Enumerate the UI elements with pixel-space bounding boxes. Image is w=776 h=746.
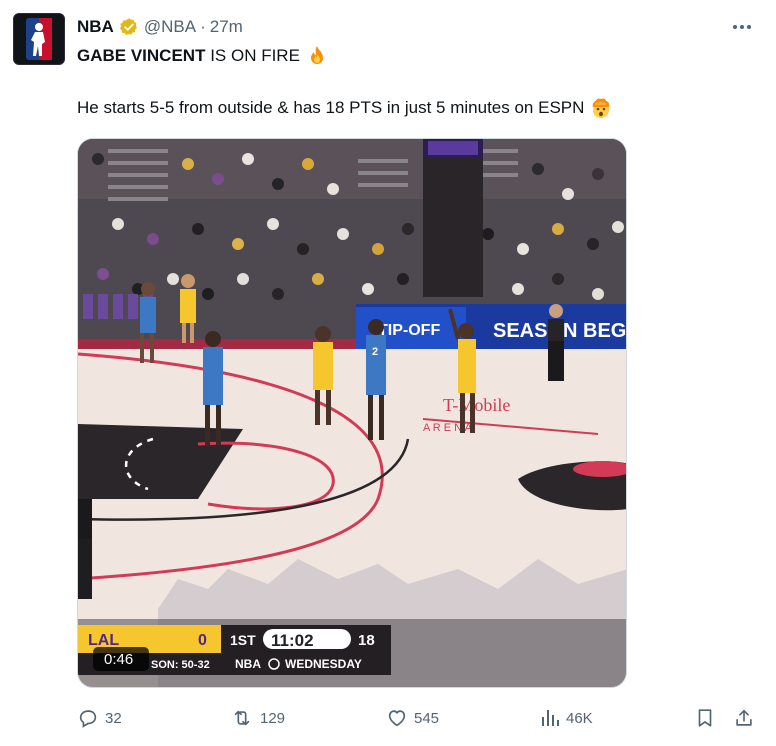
fire-emoji bbox=[306, 45, 328, 67]
repost-icon bbox=[234, 710, 250, 726]
repost-count: 129 bbox=[260, 709, 286, 727]
like-button[interactable]: 545 bbox=[386, 705, 439, 731]
tweet-body: He starts 5-5 from outside & has 18 PTS … bbox=[77, 96, 612, 120]
scoreboard-team: LAL bbox=[88, 632, 119, 649]
video-player[interactable]: TIP-OFF SEASON BEGINS T-Mobile A R E N A bbox=[77, 138, 627, 688]
views-count: 46K bbox=[566, 709, 593, 727]
share-button[interactable] bbox=[733, 705, 755, 731]
reply-button[interactable]: 32 bbox=[77, 705, 122, 731]
heart-icon bbox=[388, 710, 406, 727]
scoreboard-network: NBA bbox=[235, 657, 261, 671]
scoreboard-quarter: 1ST bbox=[230, 632, 256, 648]
tweet-header: NBA @NBA · 27m bbox=[77, 16, 756, 38]
video-timer: 0:46 bbox=[104, 651, 133, 668]
author-handle[interactable]: @NBA bbox=[144, 17, 196, 37]
board-left-text: TIP-OFF bbox=[378, 322, 440, 339]
scoreboard-team-score: 0 bbox=[198, 632, 207, 649]
repost-button[interactable]: 129 bbox=[230, 705, 285, 731]
reply-icon bbox=[79, 710, 97, 728]
separator-dot: · bbox=[200, 17, 206, 36]
views-button[interactable]: 46K bbox=[540, 705, 593, 731]
player-name: GABE VINCENT bbox=[77, 46, 206, 65]
scoreboard-shot-clock: 18 bbox=[358, 632, 375, 649]
avatar[interactable] bbox=[13, 13, 65, 65]
like-count: 545 bbox=[414, 709, 440, 727]
verified-badge-icon bbox=[119, 17, 139, 37]
tweet-headline: GABE VINCENT IS ON FIRE bbox=[77, 44, 328, 68]
headline-rest: IS ON FIRE bbox=[205, 46, 300, 65]
arena-sub-text: A R E N A bbox=[423, 422, 473, 434]
arena-logo-text: T-Mobile bbox=[443, 395, 510, 415]
timestamp[interactable]: 27m bbox=[210, 17, 243, 37]
reply-count: 32 bbox=[105, 709, 122, 727]
scoreboard-clock: 11:02 bbox=[271, 631, 314, 650]
author-name[interactable]: NBA bbox=[77, 17, 114, 37]
nba-logo-icon bbox=[26, 18, 52, 60]
jersey-number: 2 bbox=[372, 346, 378, 358]
scoreboard-day: WEDNESDAY bbox=[285, 657, 362, 671]
tweet-body-text: He starts 5-5 from outside & has 18 PTS … bbox=[77, 98, 585, 117]
bookmark-icon bbox=[698, 709, 712, 727]
referee-left bbox=[78, 499, 92, 599]
exploding-head-emoji bbox=[590, 97, 612, 119]
share-icon bbox=[736, 709, 752, 726]
more-options-icon[interactable] bbox=[728, 16, 756, 38]
video-frame: TIP-OFF SEASON BEGINS T-Mobile A R E N A bbox=[78, 139, 626, 687]
views-chart-icon bbox=[542, 710, 559, 726]
tweet-actions: 32 129 545 46K bbox=[77, 705, 757, 731]
bookmark-button[interactable] bbox=[694, 705, 716, 731]
scoreboard-season: SON: 50-32 bbox=[151, 659, 210, 671]
